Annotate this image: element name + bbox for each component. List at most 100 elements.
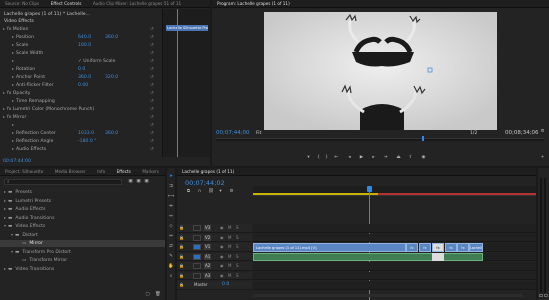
solo-button[interactable]: S xyxy=(236,263,239,268)
source-patch-toggle[interactable] xyxy=(193,234,201,241)
mute-button[interactable]: M xyxy=(228,263,231,268)
yuv-effects-icon[interactable]: ▣ xyxy=(144,179,149,184)
mute-button[interactable]: M xyxy=(228,273,231,278)
reset-parameter-icon[interactable]: ↺ xyxy=(150,58,154,65)
effects-tree-item[interactable]: ▭ Transform Mirror xyxy=(0,257,165,264)
track-lane[interactable] xyxy=(253,271,536,280)
disclosure-triangle-icon[interactable] xyxy=(12,52,14,54)
source-patch-toggle[interactable] xyxy=(193,225,201,231)
lock-icon[interactable]: 🔒 xyxy=(179,282,184,287)
track-header[interactable]: 🔒 A3 ◉ M S xyxy=(177,271,252,280)
tab-effects[interactable]: Effects xyxy=(112,168,136,175)
linked-selection-icon[interactable]: ⛓ xyxy=(208,189,214,194)
effects-tree-item[interactable]: ▬ Audio Transitions xyxy=(0,215,165,222)
fx-property-row[interactable]: fx Motion ↺ xyxy=(0,26,162,33)
nest-toggle-icon[interactable]: ⧉ xyxy=(186,189,191,194)
video-clip-segment[interactable]: fx xyxy=(457,243,469,252)
disclosure-triangle-icon[interactable] xyxy=(12,44,14,46)
solo-button[interactable]: S xyxy=(236,225,239,230)
solo-button[interactable]: S xyxy=(236,254,239,259)
lock-icon[interactable]: 🔒 xyxy=(179,235,184,240)
snap-icon[interactable]: ∩ xyxy=(197,189,202,194)
lock-icon[interactable]: 🔒 xyxy=(179,225,184,230)
tab-audio-clip-mixer[interactable]: Audio Clip Mixer: Lachelle grapes 51 of … xyxy=(88,0,186,7)
fx-property-row[interactable]: fx Mirror ↺ xyxy=(0,114,162,121)
disclosure-triangle-icon[interactable] xyxy=(12,132,14,134)
disclosure-triangle-icon[interactable] xyxy=(3,92,5,94)
slide-tool-icon[interactable]: ⇄ xyxy=(168,244,174,250)
fx-property-value[interactable]: -180.0 ° xyxy=(78,138,97,145)
toggle-output-icon[interactable]: ◉ xyxy=(220,263,224,268)
export-frame-icon[interactable]: ◉ xyxy=(421,155,426,160)
fx-property-row[interactable]: Audio Effects ↺ xyxy=(0,146,162,153)
track-header[interactable]: 🔒 A2 ◉ M S xyxy=(177,262,252,271)
rolling-edit-tool-icon[interactable]: ⇹ xyxy=(168,204,174,210)
effects-tree-item[interactable]: ▬ Audio Effects xyxy=(0,206,165,213)
mute-button[interactable]: M xyxy=(228,225,231,230)
track-lane[interactable] xyxy=(253,252,536,261)
track-header[interactable]: 🔒 A1 ◉ M S xyxy=(177,252,252,261)
go-to-out-icon[interactable]: ⇥ xyxy=(383,155,388,160)
mute-button[interactable]: M xyxy=(228,244,231,249)
fx-property-row[interactable]: ✓ Uniform Scale ↺ xyxy=(0,58,162,65)
step-forward-icon[interactable]: ▸ xyxy=(371,155,376,160)
fx-property-row[interactable]: Anti-flicker Filter 0.00 ↺ xyxy=(0,82,162,89)
program-timecode[interactable]: 00;07;44;00 xyxy=(216,130,250,136)
effects-tree-item[interactable]: ▬ Video Transitions xyxy=(0,266,165,273)
fx-property-value[interactable]: 0.00 xyxy=(78,82,88,89)
effects-tree-item[interactable]: ▬ Transform Pro Distort xyxy=(0,249,165,256)
track-name[interactable]: Master xyxy=(193,282,209,288)
reset-parameter-icon[interactable]: ↺ xyxy=(150,122,154,129)
disclosure-triangle-icon[interactable] xyxy=(12,84,14,86)
ripple-edit-tool-icon[interactable]: ⟷ xyxy=(168,194,174,200)
disclosure-triangle-icon[interactable] xyxy=(4,199,6,202)
disclosure-triangle-icon[interactable] xyxy=(12,36,14,38)
program-fraction-select[interactable]: 1/2 xyxy=(470,131,477,136)
pen-tool-icon[interactable]: ✎ xyxy=(168,254,174,260)
disclosure-triangle-icon[interactable] xyxy=(12,148,14,150)
fx-mini-clip[interactable]: Lachelle Silhouette Pro xyxy=(166,25,208,31)
rate-stretch-tool-icon[interactable]: ↔ xyxy=(168,214,174,220)
toggle-output-icon[interactable]: ◉ xyxy=(220,235,224,240)
effects-tree-item[interactable]: ▬ Presets xyxy=(0,189,165,196)
reset-parameter-icon[interactable]: ↺ xyxy=(150,26,154,33)
fx-property-row[interactable]: Rotation 0.0 ↺ xyxy=(0,66,162,73)
effects-search-input[interactable]: ⌕ xyxy=(4,179,122,185)
new-bin-icon[interactable]: ▢ xyxy=(145,292,150,297)
audio-clip-selected-segment[interactable] xyxy=(432,252,444,261)
accelerated-effects-icon[interactable]: ▣ xyxy=(128,179,133,184)
fx-property-row[interactable]: fx Lumetri Color (Monochrome Punch) ↺ xyxy=(0,106,162,113)
add-marker-icon[interactable]: ▾ xyxy=(306,155,311,160)
solo-button[interactable]: S xyxy=(236,244,239,249)
tab-program[interactable]: Program: Lachelle grapes (1 of 11) xyxy=(212,0,295,7)
track-name[interactable]: A1 xyxy=(204,253,212,260)
fx-property-row[interactable]: Reflection Center 1033.0 360.0 ↺ xyxy=(0,130,162,137)
lock-icon[interactable]: 🔒 xyxy=(179,254,184,259)
effects-tree-item[interactable]: ▬ Lumetri Presets xyxy=(0,198,165,205)
track-header[interactable]: 🔒 V1 ◉ M S xyxy=(177,243,252,252)
fx-playhead[interactable] xyxy=(177,9,178,157)
extract-icon[interactable]: ⇪ xyxy=(408,155,413,160)
toggle-output-icon[interactable]: ◉ xyxy=(220,273,224,278)
tab-media-browser[interactable]: Media Browser xyxy=(50,168,91,175)
reset-parameter-icon[interactable]: ↺ xyxy=(150,114,154,121)
disclosure-triangle-icon[interactable] xyxy=(3,116,5,118)
track-header[interactable]: 🔒 Master 0.0 xyxy=(177,281,252,290)
fx-property-value-2[interactable]: 320.0 xyxy=(105,74,118,81)
disclosure-triangle-icon[interactable] xyxy=(12,100,14,102)
disclosure-triangle-icon[interactable] xyxy=(11,233,13,236)
reset-parameter-icon[interactable]: ↺ xyxy=(150,130,154,137)
reset-parameter-icon[interactable]: ↺ xyxy=(150,42,154,49)
reset-parameter-icon[interactable]: ↺ xyxy=(150,138,154,145)
track-header[interactable]: 🔒 V2 ◉ M S xyxy=(177,233,252,242)
reset-parameter-icon[interactable]: ↺ xyxy=(150,74,154,81)
disclosure-triangle-icon[interactable] xyxy=(4,191,6,193)
lock-icon[interactable]: 🔒 xyxy=(179,273,184,278)
track-header[interactable]: 🔒 V3 ◉ M S xyxy=(177,224,252,233)
timeline-timecode[interactable]: 00;07;44;02 xyxy=(185,179,225,187)
source-patch-toggle[interactable] xyxy=(193,263,201,269)
disclosure-triangle-icon[interactable] xyxy=(4,216,6,219)
track-lane[interactable]: Lachelle grapes (1 of 11).mp4 [V] fx fx fx f… xyxy=(253,243,536,252)
effects-tree-item[interactable]: ▬ Distort xyxy=(0,232,165,239)
master-volume-value[interactable]: 0.0 xyxy=(222,282,229,287)
